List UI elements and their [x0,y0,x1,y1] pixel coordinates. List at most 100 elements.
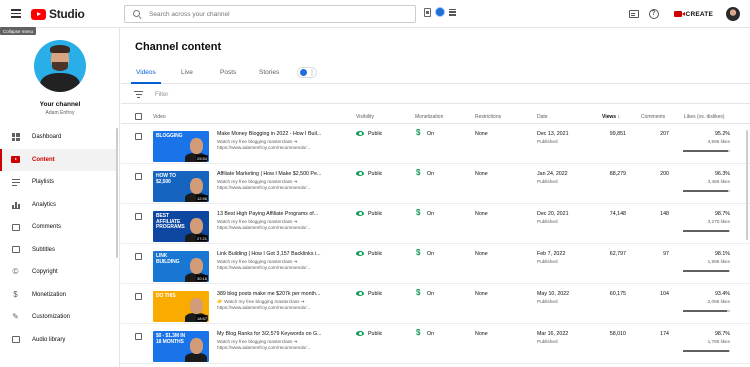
sidebar-item-content[interactable]: Content [0,148,118,171]
content-tabs: Videos Live Posts Stories ⋮ [121,66,750,84]
column-visibility[interactable]: Visibility [356,114,374,120]
studio-logo[interactable]: Studio [31,7,85,21]
row-checkbox[interactable] [135,333,142,340]
restrictions-value: None [475,211,488,217]
likes-count: 1,780 likes [707,339,730,344]
monetization-value[interactable]: On [427,251,434,257]
visibility-value[interactable]: Public [368,331,382,337]
tab-stories[interactable]: Stories [259,69,279,76]
sidebar-item-subtitles[interactable]: Subtitles [0,239,118,262]
video-thumbnail[interactable]: LINK BUILDING 30:16 [153,251,209,282]
monetization-value[interactable]: On [427,331,434,337]
public-eye-icon [356,171,364,176]
select-all-checkbox[interactable] [135,113,142,120]
row-checkbox[interactable] [135,293,142,300]
tab-live[interactable]: Live [181,69,193,76]
video-title[interactable]: 13 Best High Paying Affiliate Programs o… [217,211,339,217]
video-title[interactable]: Link Building | How I Got 3,157 Backlink… [217,251,339,257]
description-line-1: Watch my free blogging masterclass ➔ [217,259,298,264]
help-icon[interactable]: ? [648,9,659,19]
video-thumbnail[interactable]: BLOGGING 25:54 [153,131,209,162]
account-avatar[interactable] [726,7,740,21]
row-checkbox[interactable] [135,253,142,260]
video-title[interactable]: 389 blog posts make me $207k per month..… [217,291,339,297]
column-views[interactable]: Views ↓ [602,114,620,120]
video-title[interactable]: Affiliate Marketing | How I Make $2,500 … [217,171,339,177]
column-restrictions[interactable]: Restrictions [475,114,501,120]
tab-videos[interactable]: Videos [136,69,156,76]
description-line-2: https://www.adamenfroy.com/recommends/..… [217,265,311,271]
vidiq-icon [300,69,307,76]
filter-bar[interactable]: Filter [121,86,750,104]
search-input[interactable] [149,10,389,18]
menu-lines-icon[interactable] [449,8,456,16]
video-thumbnail[interactable]: BEST AFFILIATE PROGRAMS 27:21 [153,211,209,242]
row-checkbox[interactable] [135,173,142,180]
create-button[interactable]: CREATE [669,7,718,21]
thumbnail-text: $0 - $1.3M IN 18 MONTHS [156,333,185,345]
row-checkbox[interactable] [135,133,142,140]
subtitles-icon [11,245,20,254]
sidebar-item-label: Customization [32,314,71,321]
video-thumbnail[interactable]: DO THIS 18:57 [153,291,209,322]
monetization-dollar-icon: $ [416,168,421,177]
sidebar-item-audio-library[interactable]: Audio library [0,329,118,352]
visibility-value[interactable]: Public [368,211,382,217]
table-row[interactable]: LINK BUILDING 30:16 Link Building | How I … [121,245,750,284]
column-monetization[interactable]: Monetization [415,114,443,120]
monetization-value[interactable]: On [427,171,434,177]
video-title[interactable]: Make Money Blogging in 2022 - How I Buil… [217,131,339,137]
sidebar-item-comments[interactable]: Comments [0,216,118,239]
table-row[interactable]: DO THIS 18:57 389 blog posts make me $207k… [121,285,750,324]
video-title[interactable]: My Blog Ranks for 3/2,579 Keywords on G.… [217,331,339,337]
likes-count: 4,596 likes [707,139,730,144]
monetization-value[interactable]: On [427,291,434,297]
channel-avatar[interactable] [34,40,86,92]
sidebar-item-copyright[interactable]: © Copyright [0,261,118,284]
table-row[interactable]: BLOGGING 25:54 Make Money Blogging in 2022… [121,125,750,164]
monetization-dollar-icon: $ [416,128,421,137]
column-comments[interactable]: Comments [641,114,665,120]
vidiq-extension-icon[interactable] [435,7,445,17]
main-scrollbar[interactable] [746,130,748,240]
hamburger-menu-icon[interactable] [11,9,21,18]
sidebar-item-label: Audio library [32,336,66,343]
restrictions-value: None [475,331,488,337]
visibility-value[interactable]: Public [368,171,382,177]
sidebar-item-customization[interactable]: ✎ Customization [0,306,118,329]
table-row[interactable]: BEST AFFILIATE PROGRAMS 27:21 13 Best High… [121,205,750,244]
filter-input[interactable]: Filter [155,92,168,98]
visibility-value[interactable]: Public [368,131,382,137]
column-views-label: Views [602,114,617,120]
video-thumbnail[interactable]: $0 - $1.3M IN 18 MONTHS [153,331,209,362]
column-likes[interactable]: Likes (vs. dislikes) [684,114,725,120]
search-bar[interactable] [124,5,416,23]
monetization-value[interactable]: On [427,211,434,217]
sidebar-item-playlists[interactable]: Playlists [0,171,118,194]
description-line-2: https://www.adamenfroy.com/recommends/..… [217,225,311,231]
filter-icon[interactable] [134,91,143,98]
sidebar-scrollbar[interactable] [116,128,118,258]
video-duration: 12:56 [195,195,208,201]
visibility-value[interactable]: Public [368,291,382,297]
restrictions-value: None [475,291,488,297]
monetization-value[interactable]: On [427,131,434,137]
table-row[interactable]: $0 - $1.3M IN 18 MONTHS My Blog Ranks for… [121,325,750,364]
sidebar-item-monetization[interactable]: $ Monetization [0,284,118,307]
date-value: Mar 16, 2022 [537,331,569,337]
column-date[interactable]: Date [537,114,548,120]
description-line-1: Watch my free blogging masterclass ➔ [217,339,298,344]
video-thumbnail[interactable]: HOW TO $2,500 12:56 [153,171,209,202]
date-value: Feb 7, 2022 [537,251,566,257]
vidiq-tab-button[interactable]: ⋮ [297,67,317,78]
visibility-value[interactable]: Public [368,251,382,257]
row-checkbox[interactable] [135,213,142,220]
feedback-icon[interactable] [628,10,639,18]
sidebar-item-dashboard[interactable]: Dashboard [0,126,118,149]
date-value: Dec 20, 2021 [537,211,569,217]
extension-icon[interactable] [424,7,431,17]
tab-posts[interactable]: Posts [220,69,236,76]
table-row[interactable]: HOW TO $2,500 12:56 Affiliate Marketing | … [121,165,750,204]
sidebar-item-analytics[interactable]: Analytics [0,194,118,217]
description-line-1: Watch my free blogging masterclass ➔ [217,139,298,144]
